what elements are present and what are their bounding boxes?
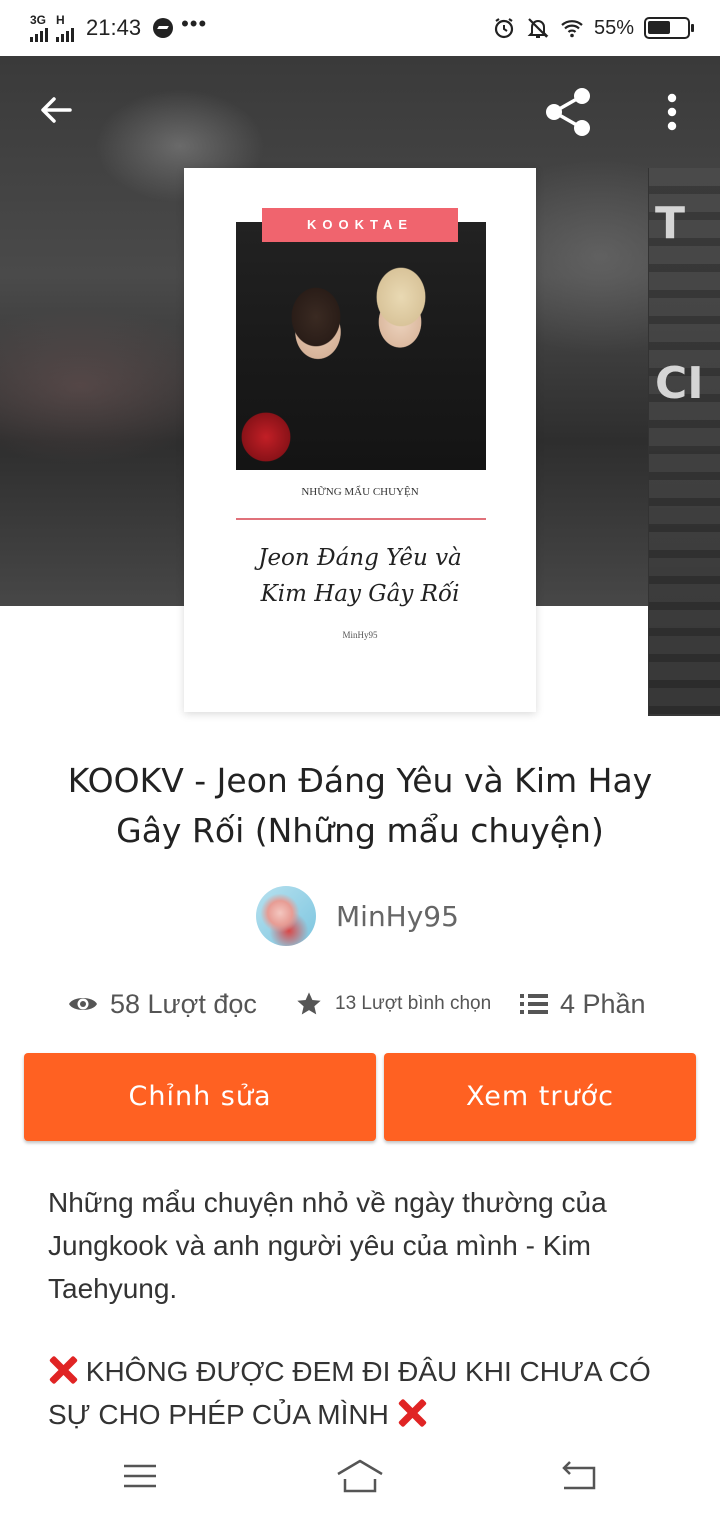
cover-title: Jeon Đáng Yêu và Kim Hay Gây Rối (184, 540, 536, 612)
description-paragraph: Những mẩu chuyện nhỏ về ngày thường của … (48, 1187, 607, 1304)
battery-percent: 55% (593, 16, 634, 39)
next-story-cover[interactable]: T CI (648, 168, 720, 716)
next-cover-text-mid: CI (655, 358, 704, 409)
parts-stat: 4 Phần (520, 980, 646, 1028)
system-nav-bar (0, 1436, 720, 1520)
signal-icon (30, 26, 48, 42)
votes-count: 13 Lượt bình chọn (335, 993, 492, 1014)
cross-mark-icon (48, 1355, 78, 1385)
avatar[interactable] (256, 886, 316, 946)
copyright-warning: KHÔNG ĐƯỢC ĐEM ĐI ĐÂU KHI CHƯA CÓ SỰ CHO… (48, 1350, 678, 1436)
network-indicator-h: H (56, 14, 74, 42)
menu-icon[interactable] (122, 1460, 158, 1492)
reads-count: 58 Lượt đọc (110, 988, 257, 1019)
story-cover[interactable]: KOOKTAE NHỮNG MẨU CHUYỆN Jeon Đáng Yêu v… (184, 168, 536, 712)
status-bar: 3G H 21:43 ••• 55% (0, 0, 720, 56)
edit-button[interactable]: Chỉnh sửa (24, 1053, 376, 1141)
warning-text: KHÔNG ĐƯỢC ĐEM ĐI ĐÂU KHI CHƯA CÓ SỰ CHO… (48, 1356, 651, 1430)
battery-icon (644, 17, 694, 39)
back-icon[interactable] (560, 1460, 598, 1492)
star-icon (297, 992, 321, 1015)
list-icon (520, 994, 548, 1014)
next-cover-text-top: T (655, 198, 686, 249)
story-title: KOOKV - Jeon Đáng Yêu và Kim Hay Gây Rối… (67, 761, 653, 850)
cover-author: MinHy95 (342, 630, 378, 640)
status-right: 55% (492, 12, 694, 44)
mute-icon (527, 18, 549, 38)
messenger-icon (153, 18, 174, 38)
home-icon[interactable] (336, 1458, 384, 1494)
wifi-icon (561, 20, 583, 38)
status-left: 3G H 21:43 ••• (30, 10, 207, 46)
reads-stat: 58 Lượt đọc (68, 980, 257, 1028)
cover-tag: KOOKTAE (262, 208, 458, 242)
author-row[interactable]: MinHy95 (256, 885, 459, 947)
more-vertical-icon[interactable] (660, 92, 684, 132)
cross-mark-icon-end (397, 1398, 427, 1428)
votes-stat: 13 Lượt bình chọn (295, 980, 491, 1028)
network-type-3g: 3G (30, 13, 47, 27)
network-type-h: H (56, 13, 65, 27)
network-indicator: 3G (30, 14, 48, 42)
cover-title-line-2: Kim Hay Gây Rối (260, 581, 460, 607)
eye-icon (69, 998, 97, 1010)
back-arrow-icon[interactable] (36, 90, 76, 130)
signal-icon-2 (56, 26, 74, 42)
parts-count: 4 Phần (560, 988, 646, 1019)
author-name[interactable]: MinHy95 (336, 900, 459, 933)
cover-title-line-1: Jeon Đáng Yêu và (258, 545, 462, 571)
share-icon[interactable] (542, 86, 594, 138)
preview-button[interactable]: Xem trước (384, 1053, 696, 1141)
cover-subtitle: NHỮNG MẨU CHUYỆN (301, 486, 419, 498)
overflow-notifications: ••• (181, 11, 208, 36)
cover-divider (236, 518, 486, 520)
alarm-icon (494, 18, 514, 39)
cover-photo (236, 222, 486, 470)
clock: 21:43 (86, 15, 142, 40)
story-stats: 58 Lượt đọc 13 Lượt bình chọn 4 Phần (0, 980, 720, 1028)
story-description: Những mẩu chuyện nhỏ về ngày thường của … (48, 1181, 678, 1353)
